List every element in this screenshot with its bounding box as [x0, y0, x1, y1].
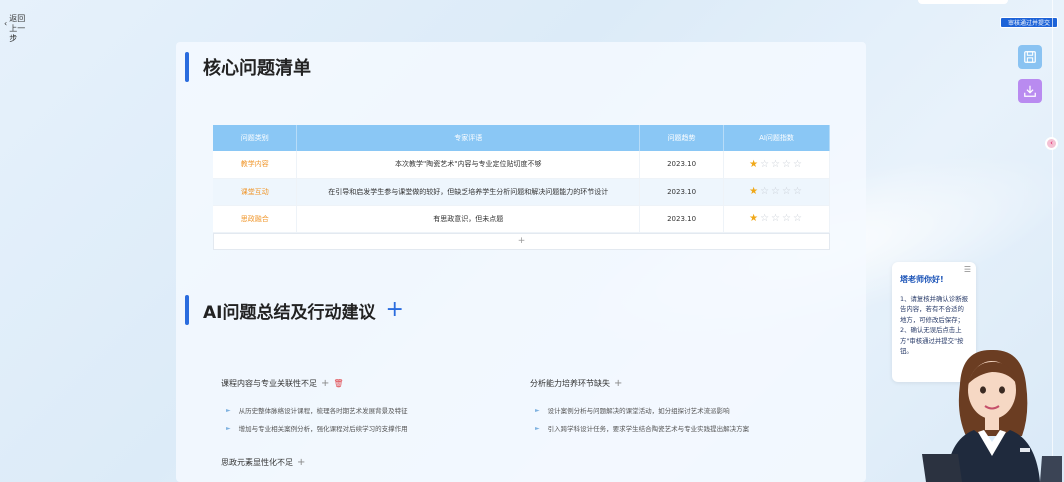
menu-icon[interactable]: ☰ — [964, 265, 971, 276]
summary-group-title: 思政元素显性化不足 + — [221, 457, 305, 468]
section-title-text: AI问题总结及行动建议 — [203, 302, 376, 323]
summary-group-title: 课程内容与专业关联性不足 + 🗑 — [221, 378, 344, 389]
header-category: 问题类别 — [213, 125, 298, 151]
save-icon — [1024, 51, 1036, 63]
row-category: 教学内容 — [213, 151, 298, 179]
star-icon[interactable]: ☆ — [771, 186, 782, 197]
star-icon[interactable]: ☆ — [760, 213, 771, 224]
row-category: 思政融合 — [213, 205, 298, 233]
download-button[interactable] — [1018, 79, 1042, 103]
header-trend: 问题趋势 — [639, 125, 725, 151]
list-item-text[interactable]: 从历史整体脉络设计课程，梳理各时期艺术发展背景及特征 — [239, 405, 408, 415]
star-icon[interactable]: ☆ — [760, 186, 771, 197]
star-icon[interactable]: ☆ — [760, 159, 771, 170]
approve-submit-button[interactable]: 审核通过并提交 — [1000, 17, 1058, 28]
table-header-row: 问题类别 专家评语 问题趋势 AI问题指数 — [213, 125, 830, 151]
star-icon[interactable]: ☆ — [793, 186, 804, 197]
header-comment: 专家评语 — [296, 125, 641, 151]
table-row: 思政融合 有思政意识，但未点题 2023.10 ★☆☆☆☆ — [213, 205, 830, 233]
add-item-plus-icon[interactable]: + — [321, 378, 329, 389]
list-item: ► 增加与专业相关案例分析，强化课程对后续学习的支撑作用 — [226, 423, 408, 434]
star-rating[interactable]: ★☆☆☆☆ — [723, 205, 830, 233]
star-rating[interactable]: ★☆☆☆☆ — [723, 178, 830, 206]
bullet-triangle-icon: ► — [226, 406, 231, 414]
group-title-text: 分析能力培养环节缺失 — [530, 379, 610, 388]
group-title-text: 课程内容与专业关联性不足 — [221, 379, 317, 388]
assistant-avatar — [922, 349, 1062, 482]
issues-table: 问题类别 专家评语 问题趋势 AI问题指数 教学内容 本次教学"陶瓷艺术"内容与… — [213, 125, 830, 233]
slider-handle-icon[interactable]: ‹ — [1045, 137, 1058, 150]
back-button[interactable]: ‹ 返回上一步 — [4, 14, 31, 44]
section-title-text: 核心问题清单 — [203, 58, 311, 79]
star-rating[interactable]: ★☆☆☆☆ — [723, 151, 830, 179]
row-date: 2023.10 — [639, 178, 725, 206]
add-row-button[interactable]: + — [213, 233, 830, 250]
back-label: 返回上一步 — [9, 14, 26, 43]
bullet-triangle-icon: ► — [535, 424, 540, 432]
star-icon[interactable]: ★ — [749, 159, 760, 170]
star-icon[interactable]: ☆ — [771, 159, 782, 170]
row-category: 课堂互动 — [213, 178, 298, 206]
list-item: ► 引入跨学科设计任务，要求学生结合陶瓷艺术与专业实践提出解决方案 — [535, 423, 750, 434]
star-icon[interactable]: ☆ — [782, 186, 793, 197]
bullet-triangle-icon: ► — [535, 406, 540, 414]
table-row: 教学内容 本次教学"陶瓷艺术"内容与专业定位贴切度不够 2023.10 ★☆☆☆… — [213, 151, 830, 179]
assistant-greeting: 塔老师你好! — [900, 275, 944, 284]
add-item-plus-icon[interactable]: + — [297, 457, 305, 468]
title-accent-bar — [185, 52, 189, 82]
star-icon[interactable]: ☆ — [771, 213, 782, 224]
star-icon[interactable]: ☆ — [782, 159, 793, 170]
save-button[interactable] — [1018, 45, 1042, 69]
star-icon[interactable]: ★ — [749, 186, 760, 197]
report-panel — [176, 42, 866, 482]
group-title-text: 思政元素显性化不足 — [221, 458, 293, 467]
table-row: 课堂互动 在引导和启发学生参与课堂做的较好，但缺乏培养学生分析问题和解决问题能力… — [213, 178, 830, 206]
download-icon — [1024, 85, 1036, 97]
star-icon[interactable]: ☆ — [793, 213, 804, 224]
section-ai-summary-title: AI问题总结及行动建议 + — [185, 295, 404, 325]
row-comment[interactable]: 本次教学"陶瓷艺术"内容与专业定位贴切度不够 — [296, 151, 641, 179]
list-item: ► 设计案例分析与问题解决的课堂活动，如分组探讨艺术流派影响 — [535, 405, 730, 416]
list-item-text[interactable]: 设计案例分析与问题解决的课堂活动，如分组探讨艺术流派影响 — [548, 405, 730, 415]
list-item-text[interactable]: 引入跨学科设计任务，要求学生结合陶瓷艺术与专业实践提出解决方案 — [548, 423, 750, 433]
list-item: ► 从历史整体脉络设计课程，梳理各时期艺术发展背景及特征 — [226, 405, 408, 416]
title-accent-bar — [185, 295, 189, 325]
top-tab — [918, 0, 1008, 4]
add-section-plus-icon[interactable]: + — [385, 299, 403, 321]
list-item-text[interactable]: 增加与专业相关案例分析，强化课程对后续学习的支撑作用 — [239, 423, 408, 433]
star-icon[interactable]: ☆ — [782, 213, 793, 224]
back-arrow-icon: ‹ — [4, 19, 8, 28]
star-icon[interactable]: ☆ — [793, 159, 804, 170]
row-date: 2023.10 — [639, 151, 725, 179]
section-core-issues-title: 核心问题清单 — [185, 52, 311, 82]
summary-group-title: 分析能力培养环节缺失 + — [530, 378, 622, 389]
row-date: 2023.10 — [639, 205, 725, 233]
header-ai-index: AI问题指数 — [723, 125, 830, 151]
add-item-plus-icon[interactable]: + — [614, 378, 622, 389]
star-icon[interactable]: ★ — [749, 213, 760, 224]
row-comment[interactable]: 有思政意识，但未点题 — [296, 205, 641, 233]
delete-trash-icon[interactable]: 🗑 — [333, 379, 343, 388]
bullet-triangle-icon: ► — [226, 424, 231, 432]
row-comment[interactable]: 在引导和启发学生参与课堂做的较好，但缺乏培养学生分析问题和解决问题能力的环节设计 — [296, 178, 641, 206]
